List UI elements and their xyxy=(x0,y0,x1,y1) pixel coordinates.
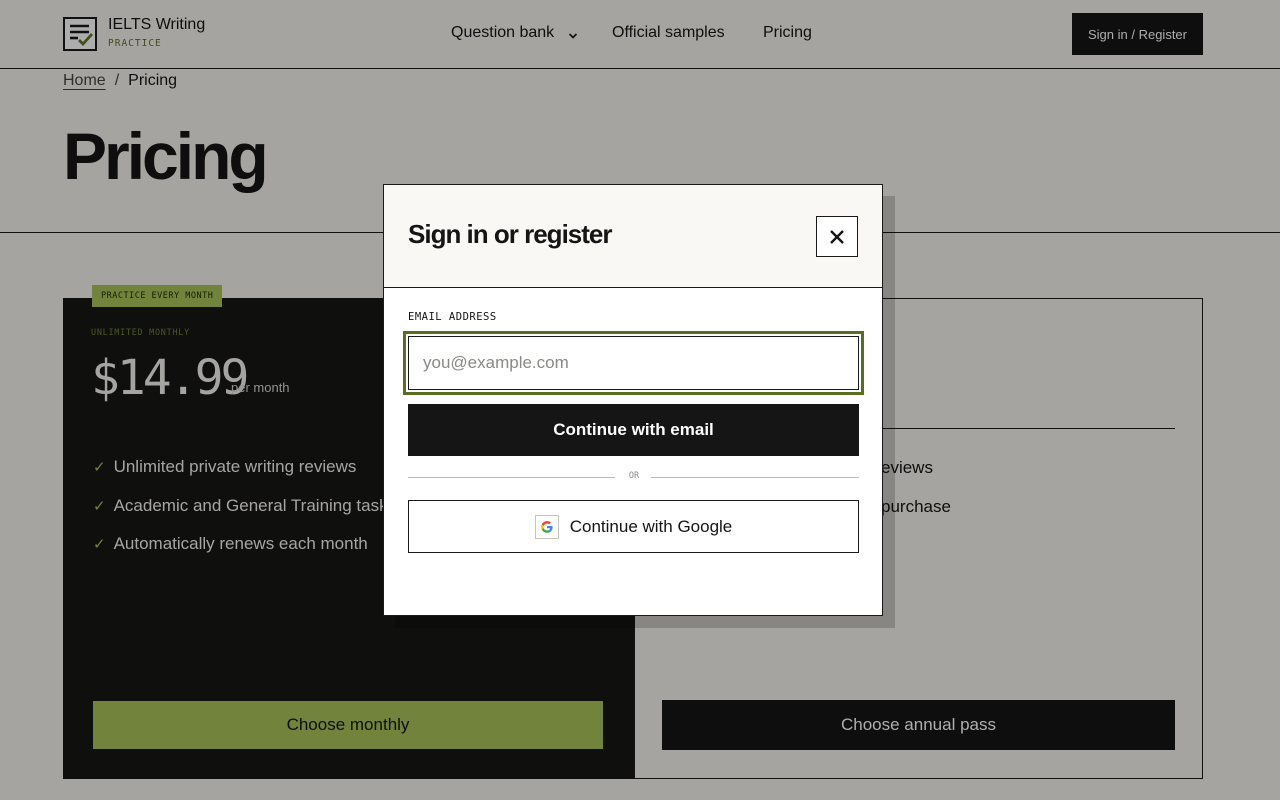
modal-title: Sign in or register xyxy=(408,219,612,249)
close-icon xyxy=(830,229,844,244)
or-line-right xyxy=(651,477,859,478)
continue-with-google-button[interactable]: Continue with Google xyxy=(408,500,859,553)
email-field-label: EMAIL ADDRESS xyxy=(408,311,497,323)
or-divider: OR xyxy=(408,470,859,484)
signin-modal: Sign in or register EMAIL ADDRESS Contin… xyxy=(383,184,883,616)
continue-with-google-label: Continue with Google xyxy=(569,516,733,536)
or-label: OR xyxy=(628,471,640,481)
email-field-focus-ring xyxy=(403,331,864,395)
close-button[interactable] xyxy=(816,216,858,257)
email-field[interactable] xyxy=(408,336,859,390)
or-line-left xyxy=(408,477,615,478)
continue-with-email-button[interactable]: Continue with email xyxy=(408,404,859,456)
google-icon xyxy=(534,514,559,539)
modal-header: Sign in or register xyxy=(384,185,882,288)
